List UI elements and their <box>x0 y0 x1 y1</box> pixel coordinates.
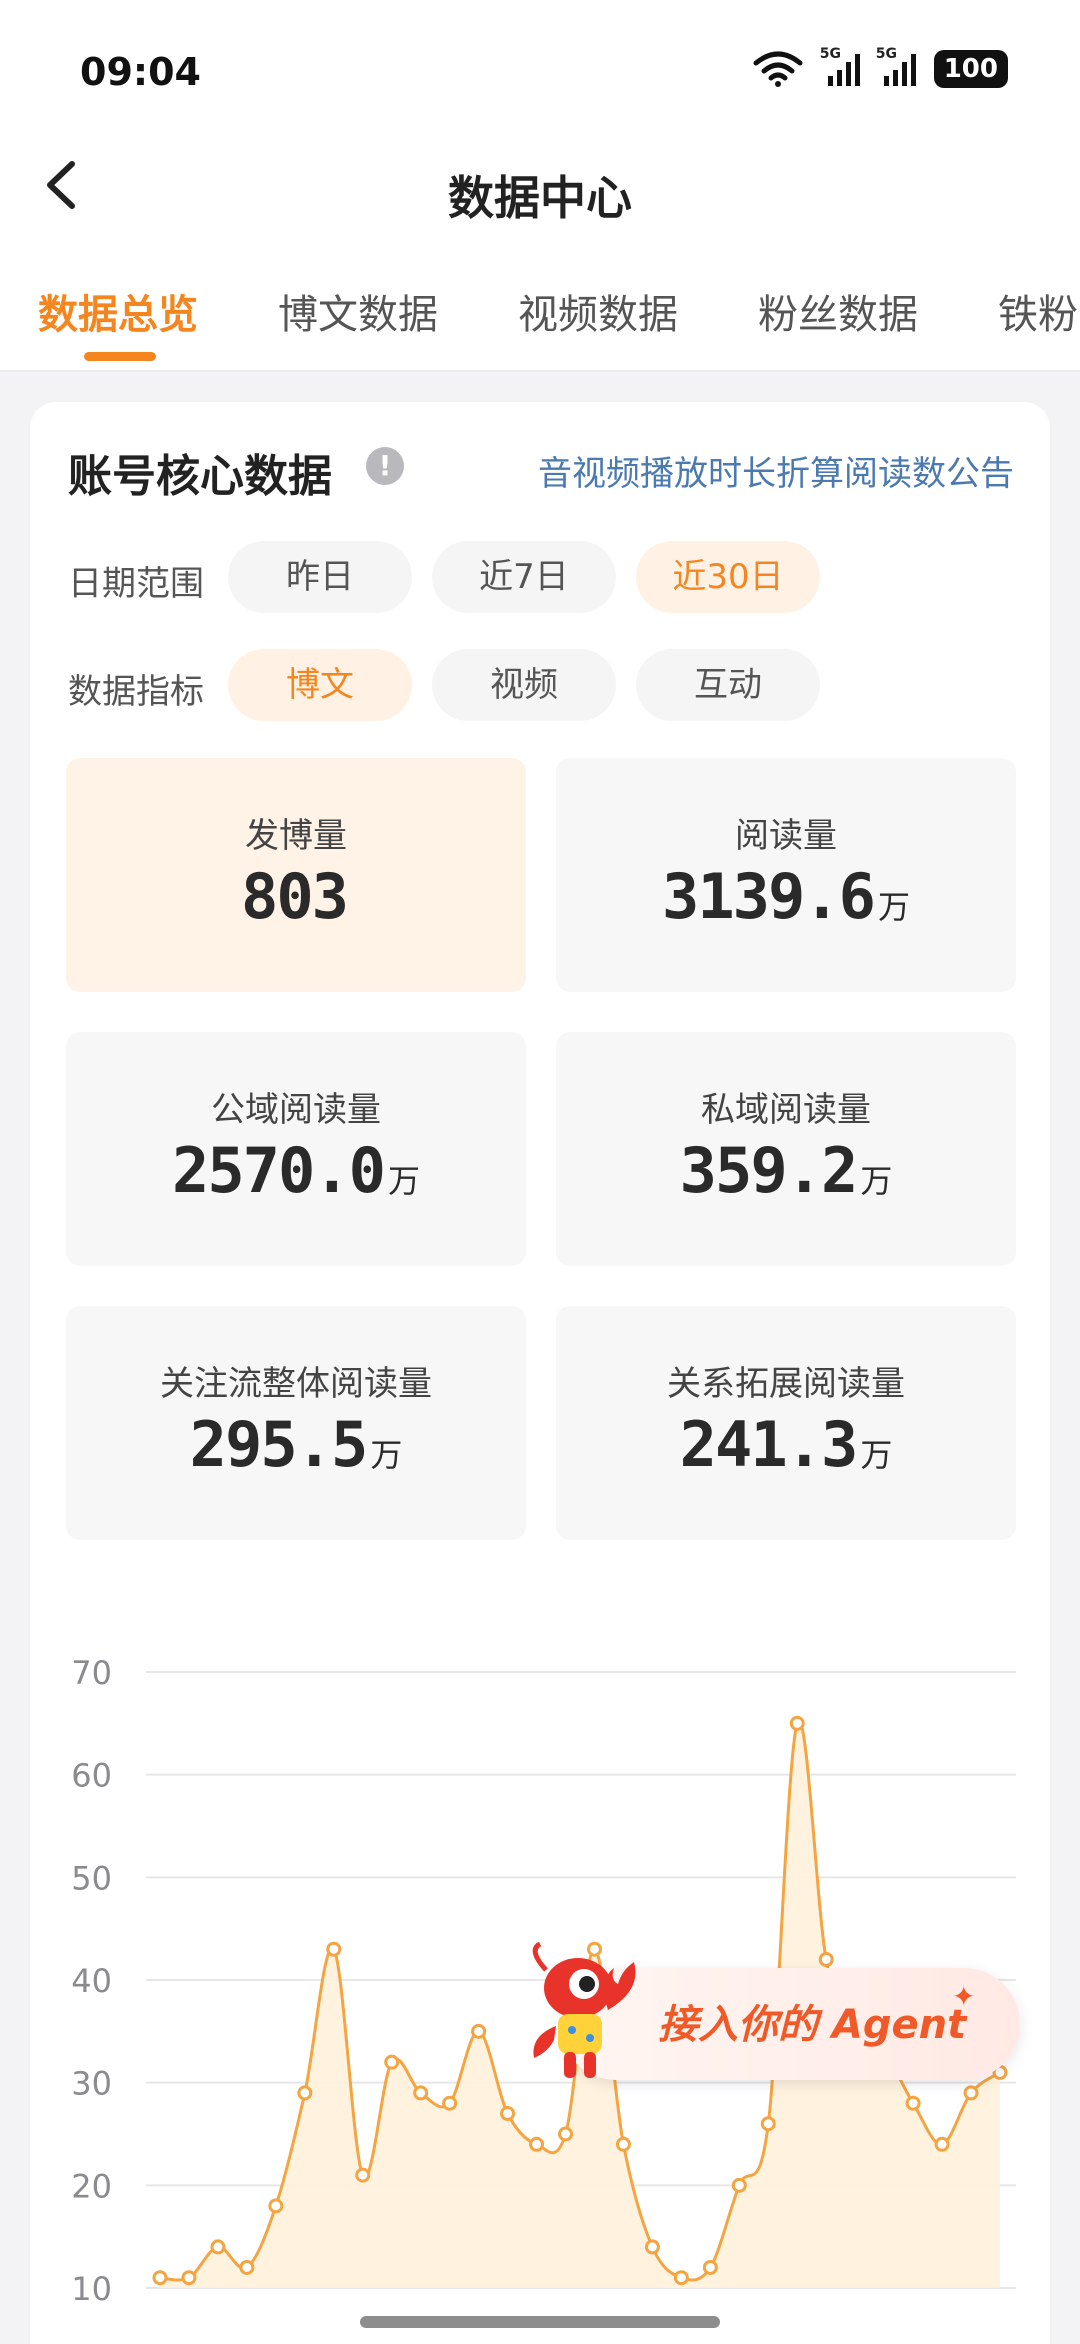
metric-label: 发博量 <box>245 816 347 856</box>
metric-option-video[interactable]: 视频 <box>432 649 616 721</box>
tab-iron-fans[interactable]: 铁粉 <box>998 282 1078 340</box>
tab-posts[interactable]: 博文数据 <box>278 282 438 340</box>
date-option-30days[interactable]: 近30日 <box>636 541 820 613</box>
metric-value: 803 <box>241 860 349 933</box>
metric-option-interaction[interactable]: 互动 <box>636 649 820 721</box>
info-icon[interactable]: ! <box>366 447 404 485</box>
metric-card-follow-feed-reads[interactable]: 关注流整体阅读量 295.5 万 <box>66 1306 526 1540</box>
battery-icon: 100 <box>933 50 1008 88</box>
tab-bar: 数据总览 博文数据 视频数据 粉丝数据 铁粉 <box>0 270 1080 372</box>
date-range-label: 日期范围 <box>68 564 204 604</box>
metric-card-reads[interactable]: 阅读量 3139.6 万 <box>556 758 1016 992</box>
wifi-icon <box>753 51 803 87</box>
metric-value: 359.2 万 <box>679 1134 893 1207</box>
metric-type-label: 数据指标 <box>68 672 204 712</box>
metric-value: 241.3 万 <box>679 1408 893 1481</box>
agent-banner-text[interactable]: 接入你的 Agent <box>658 1992 966 2050</box>
home-indicator[interactable] <box>360 2316 720 2328</box>
metric-value: 295.5 万 <box>189 1408 403 1481</box>
metric-option-posts[interactable]: 博文 <box>228 649 412 721</box>
metric-label: 公域阅读量 <box>211 1090 381 1130</box>
metric-card-relation-reads[interactable]: 关系拓展阅读量 241.3 万 <box>556 1306 1016 1540</box>
metric-value: 3139.6 万 <box>662 860 910 933</box>
tab-active-indicator <box>84 352 156 361</box>
metric-card-private-reads[interactable]: 私域阅读量 359.2 万 <box>556 1032 1016 1266</box>
metric-label: 关系拓展阅读量 <box>667 1364 905 1404</box>
crayfish-mascot-icon[interactable] <box>518 1940 668 2090</box>
status-bar: 09:04 5G 5G 100 <box>0 0 1080 140</box>
date-option-7days[interactable]: 近7日 <box>432 541 616 613</box>
tab-video[interactable]: 视频数据 <box>518 282 678 340</box>
cell-signal-icon: 5G <box>876 46 916 86</box>
sparkle-icon: ✦ <box>952 1980 976 2013</box>
status-time: 09:04 <box>80 50 201 94</box>
metric-card-posts[interactable]: 发博量 803 <box>66 758 526 992</box>
metric-card-public-reads[interactable]: 公域阅读量 2570.0 万 <box>66 1032 526 1266</box>
cell-signal-icon: 5G <box>820 46 860 86</box>
date-option-yesterday[interactable]: 昨日 <box>228 541 412 613</box>
metric-value: 2570.0 万 <box>172 1134 420 1207</box>
tab-overview[interactable]: 数据总览 <box>38 282 198 340</box>
notice-link[interactable]: 音视频播放时长折算阅读数公告 <box>538 446 1014 495</box>
tab-fans[interactable]: 粉丝数据 <box>758 282 918 340</box>
status-icons: 5G 5G 100 <box>752 46 1008 88</box>
card-title: 账号核心数据 <box>68 451 332 502</box>
metric-label: 私域阅读量 <box>701 1090 871 1130</box>
metric-label: 阅读量 <box>735 816 837 856</box>
page-title: 数据中心 <box>448 171 632 225</box>
metric-label: 关注流整体阅读量 <box>160 1364 432 1404</box>
